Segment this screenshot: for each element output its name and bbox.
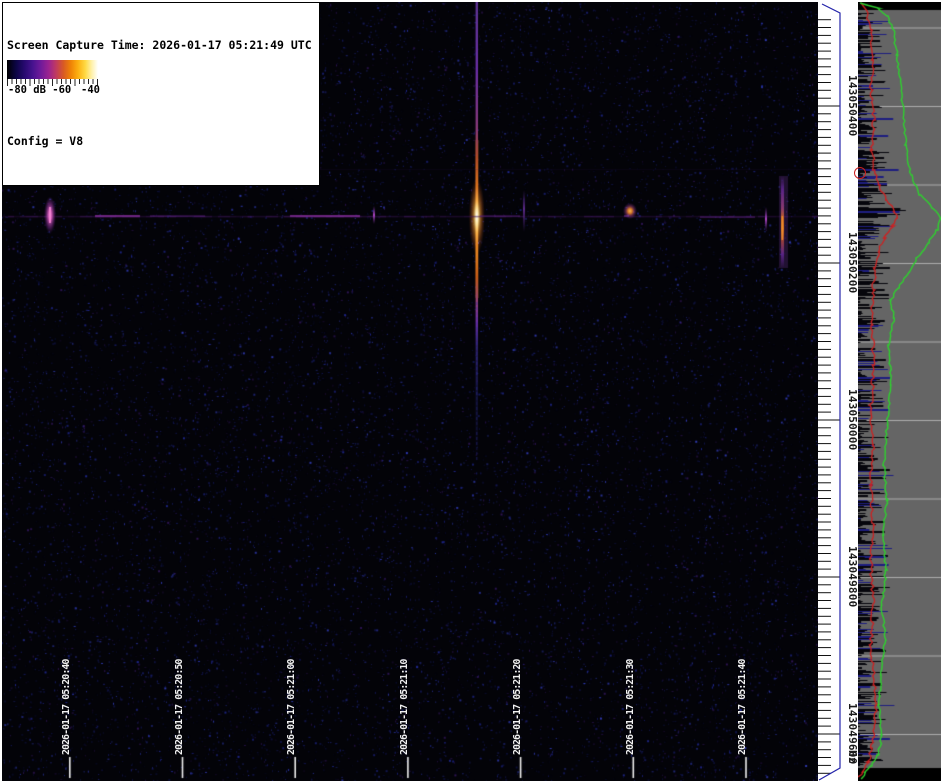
frequency-unit-label: Hz (846, 750, 858, 770)
spectrum-marker-circle-icon (854, 167, 866, 179)
colorbar-label-right: -40 (81, 84, 100, 96)
frequency-label: 143049800 (846, 546, 858, 608)
spectrum-panel-canvas (858, 2, 941, 781)
colorbar-label-left: -80 dB -60 (8, 84, 71, 96)
colorbar-gradient (7, 60, 98, 79)
colorbar-legend: -80 dB -60 -40 (5, 57, 105, 97)
frequency-label: 143050200 (846, 232, 858, 294)
frequency-label: 143050000 (846, 389, 858, 451)
capture-time-text: Screen Capture Time: 2026-01-17 05:21:49… (7, 37, 312, 53)
config-text: Config = V8 (7, 133, 312, 149)
frequency-label: 143050400 (846, 75, 858, 137)
app-root: 2026-01-17 05:20:402026-01-17 05:20:5020… (0, 0, 941, 783)
